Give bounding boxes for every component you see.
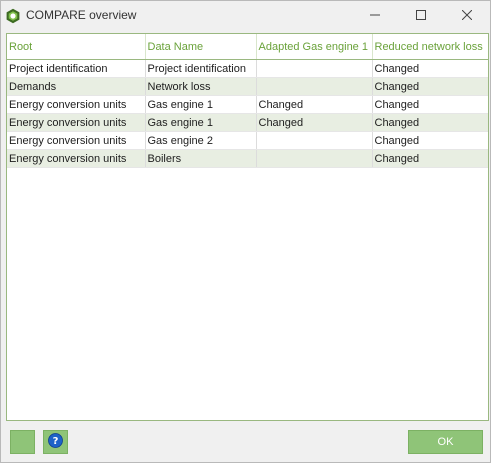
table-row[interactable]: Energy conversion units Gas engine 1 Cha… xyxy=(7,113,488,132)
cell-root: Demands xyxy=(7,77,146,96)
cell-root: Energy conversion units xyxy=(7,113,146,132)
compare-overview-window: COMPARE overview Root Data Name Adapted … xyxy=(0,0,491,463)
cell-data-name: Project identification xyxy=(145,59,257,78)
cell-adapted-gas-engine-1: Changed xyxy=(256,95,373,114)
cell-reduced-network-loss: Changed xyxy=(372,149,488,168)
ok-button[interactable]: OK xyxy=(408,430,483,454)
header-row: Root Data Name Adapted Gas engine 1 Redu… xyxy=(7,34,488,60)
compare-table: Root Data Name Adapted Gas engine 1 Redu… xyxy=(7,34,488,168)
hexagon-ring-icon xyxy=(5,8,21,24)
minimize-button[interactable] xyxy=(352,1,398,31)
column-header-reduced-network-loss[interactable]: Reduced network loss xyxy=(372,34,488,60)
column-header-adapted-gas-engine-1[interactable]: Adapted Gas engine 1 xyxy=(256,34,373,60)
blank-footer-button[interactable] xyxy=(10,430,35,454)
cell-reduced-network-loss: Changed xyxy=(372,131,488,150)
window-title: COMPARE overview xyxy=(26,8,137,22)
question-mark-icon: ? xyxy=(48,433,63,451)
column-header-data-name[interactable]: Data Name xyxy=(145,34,257,60)
cell-root: Energy conversion units xyxy=(7,149,146,168)
title-bar: COMPARE overview xyxy=(1,1,490,31)
column-header-root[interactable]: Root xyxy=(7,34,146,60)
maximize-button[interactable] xyxy=(398,1,444,31)
cell-reduced-network-loss: Changed xyxy=(372,77,488,96)
table-row[interactable]: Energy conversion units Boilers Changed xyxy=(7,149,488,168)
cell-data-name: Gas engine 2 xyxy=(145,131,257,150)
table-row[interactable]: Energy conversion units Gas engine 1 Cha… xyxy=(7,95,488,114)
compare-grid[interactable]: Root Data Name Adapted Gas engine 1 Redu… xyxy=(6,33,489,421)
cell-root: Energy conversion units xyxy=(7,131,146,150)
cell-adapted-gas-engine-1 xyxy=(256,149,373,168)
cell-adapted-gas-engine-1 xyxy=(256,131,373,150)
close-button[interactable] xyxy=(444,1,490,31)
close-icon xyxy=(461,9,473,23)
table-row[interactable]: Demands Network loss Changed xyxy=(7,77,488,96)
cell-adapted-gas-engine-1 xyxy=(256,59,373,78)
cell-data-name: Gas engine 1 xyxy=(145,95,257,114)
cell-adapted-gas-engine-1: Changed xyxy=(256,113,373,132)
cell-reduced-network-loss: Changed xyxy=(372,113,488,132)
table-row[interactable]: Energy conversion units Gas engine 2 Cha… xyxy=(7,131,488,150)
svg-text:?: ? xyxy=(53,436,59,447)
cell-adapted-gas-engine-1 xyxy=(256,77,373,96)
minimize-icon xyxy=(370,10,380,23)
cell-root: Project identification xyxy=(7,59,146,78)
cell-data-name: Gas engine 1 xyxy=(145,113,257,132)
maximize-icon xyxy=(416,9,426,23)
cell-data-name: Boilers xyxy=(145,149,257,168)
table-row[interactable]: Project identification Project identific… xyxy=(7,59,488,78)
help-button[interactable]: ? xyxy=(43,430,68,454)
cell-reduced-network-loss: Changed xyxy=(372,59,488,78)
cell-data-name: Network loss xyxy=(145,77,257,96)
cell-root: Energy conversion units xyxy=(7,95,146,114)
cell-reduced-network-loss: Changed xyxy=(372,95,488,114)
